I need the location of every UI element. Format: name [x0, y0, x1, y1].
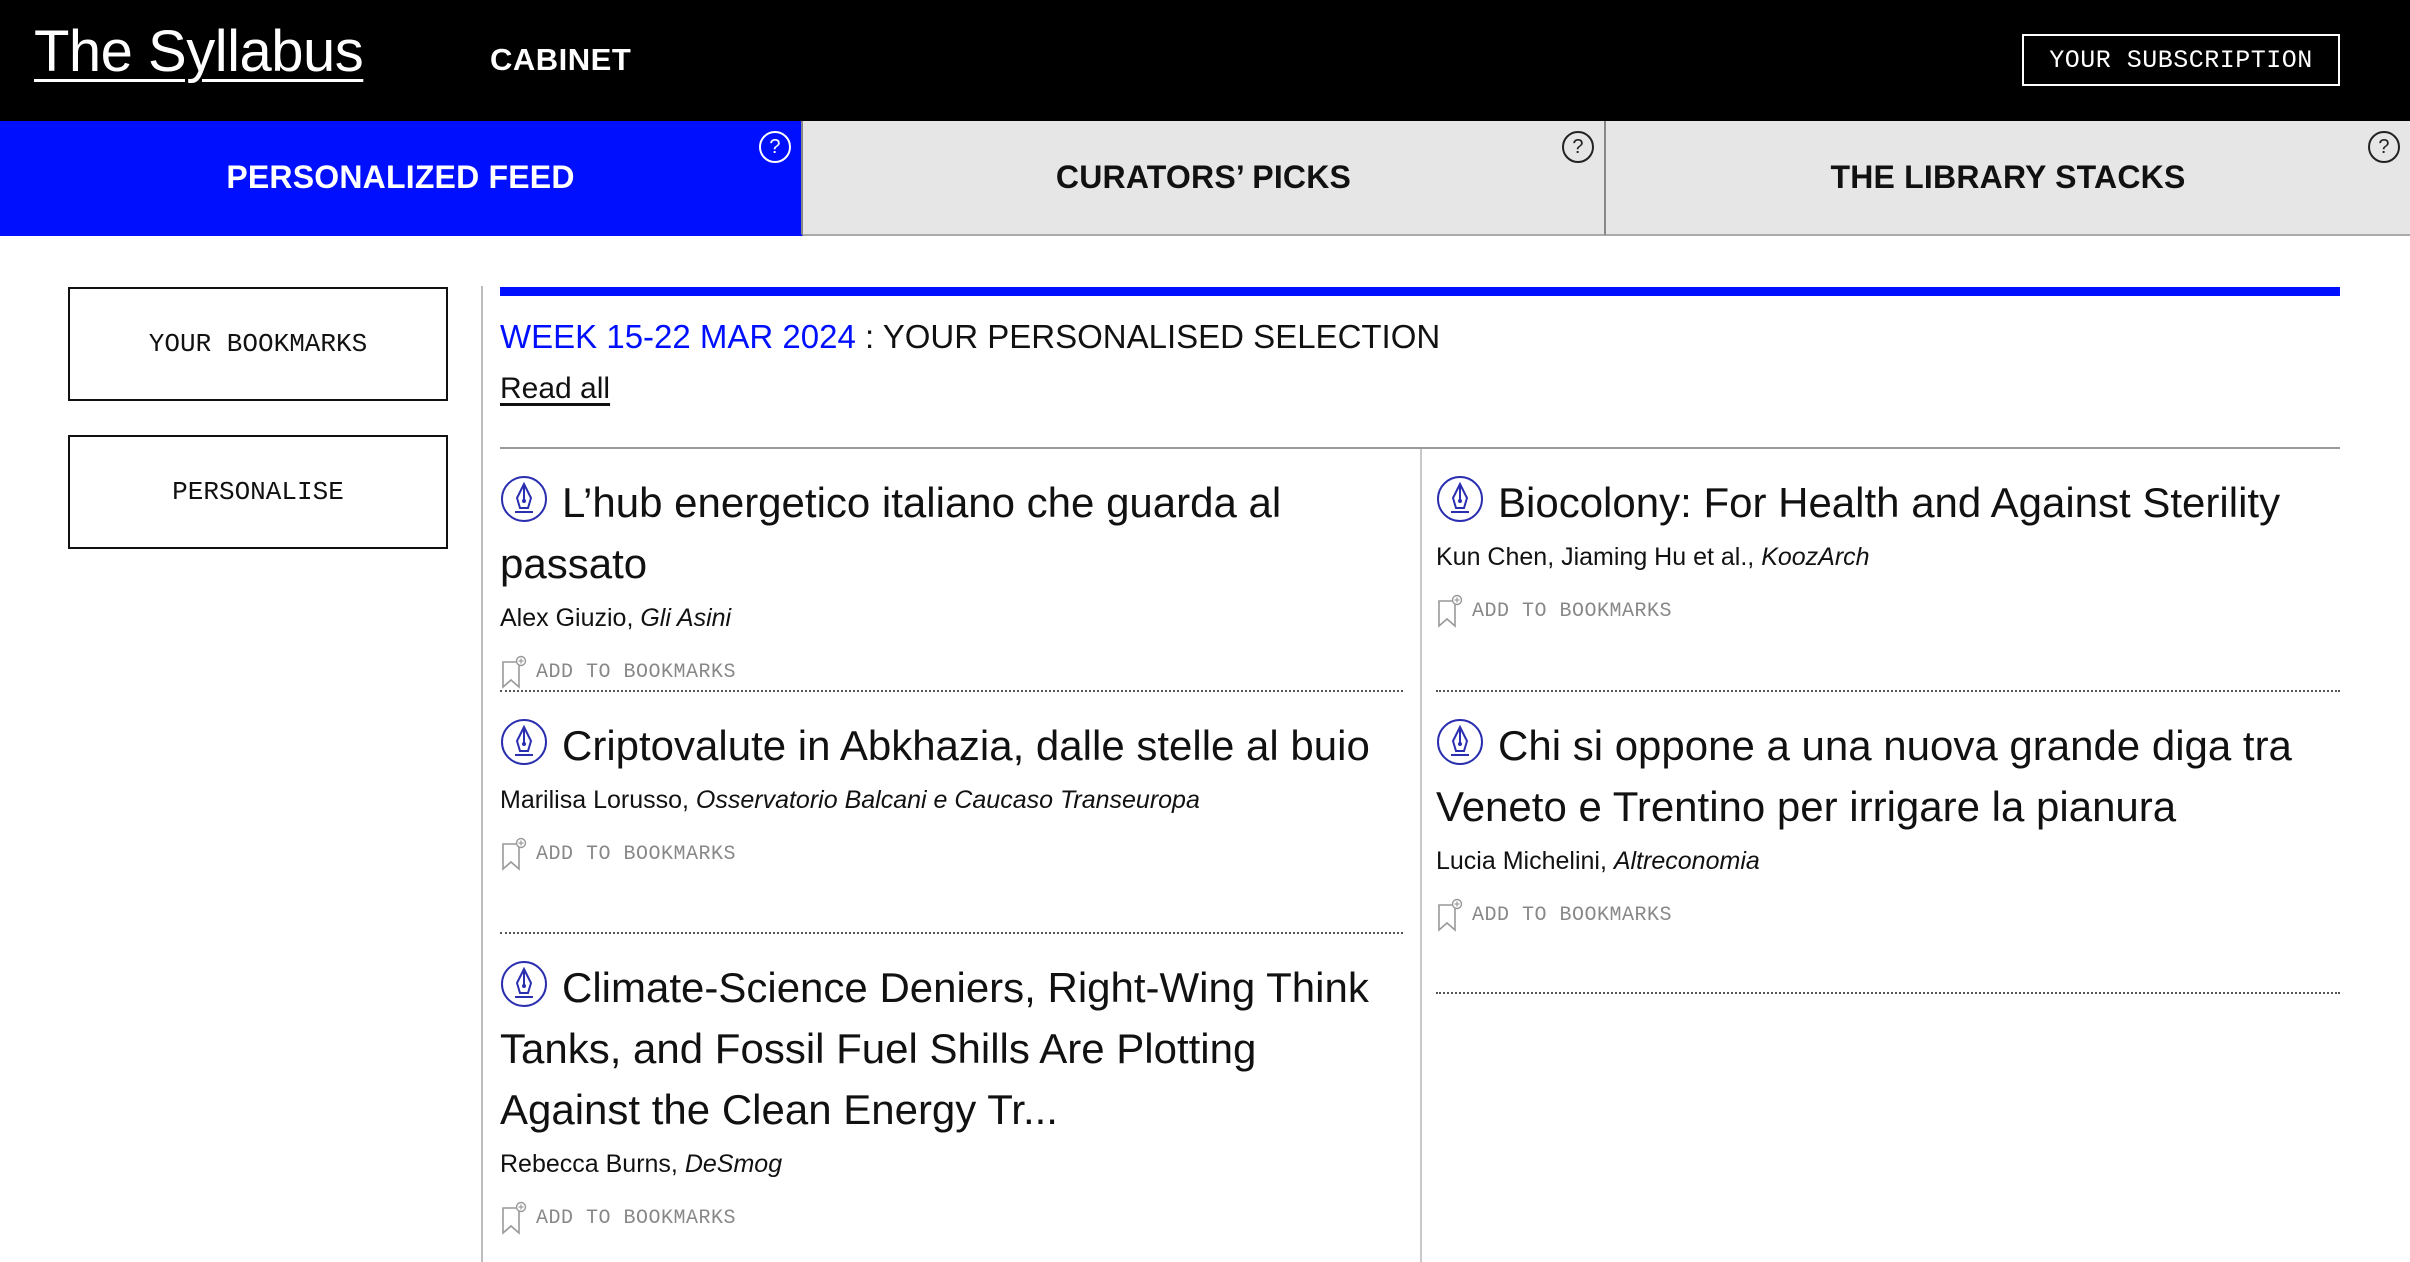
add-to-bookmarks-label: ADD TO BOOKMARKS	[536, 1206, 737, 1230]
personalise-button[interactable]: PERSONALISE	[68, 435, 448, 549]
heading-text: : YOUR PERSONALISED SELECTION	[855, 318, 1441, 355]
article-meta: Lucia Michelini, Altreconomia	[1436, 847, 2340, 876]
article-meta: Alex Giuzio, Gli Asini	[500, 604, 1405, 633]
bookmark-add-icon	[502, 837, 527, 871]
article-publication: DeSmog	[684, 1150, 783, 1178]
read-all-link[interactable]: Read all	[500, 372, 610, 406]
fountain-pen-icon	[501, 961, 547, 1007]
article-title[interactable]: Biocolony: For Health and Against Steril…	[1436, 472, 2340, 533]
top-bar: The Syllabus CABINET YOUR SUBSCRIPTION	[0, 0, 2410, 121]
accent-rule	[500, 287, 2340, 296]
sidebar-divider	[481, 286, 483, 1262]
article-title-text: Chi si oppone a una nuova grande diga tr…	[1436, 722, 2292, 830]
article-author: Lucia Michelini,	[1436, 847, 1607, 875]
article-author: Marilisa Lorusso,	[500, 786, 689, 814]
article-meta: Kun Chen, Jiaming Hu et al., KoozArch	[1436, 543, 2340, 572]
tab-label: PERSONALIZED FEED	[226, 159, 575, 195]
article-publication: KoozArch	[1761, 543, 1870, 571]
week-range: WEEK 15-22 MAR 2024	[500, 318, 856, 355]
fountain-pen-icon	[1437, 719, 1483, 765]
tab-label: CURATORS’ PICKS	[1055, 159, 1352, 195]
fountain-pen-icon	[1437, 476, 1483, 522]
main-tabs: PERSONALIZED FEED ? CURATORS’ PICKS ? TH…	[0, 121, 2410, 236]
column-divider	[1420, 449, 1422, 1262]
article-card: L’hub energetico italiano che guarda al …	[500, 472, 1405, 689]
article-author: Alex Giuzio,	[500, 604, 634, 632]
add-to-bookmarks-button[interactable]: ADD TO BOOKMARKS	[1436, 898, 2340, 932]
article-title[interactable]: Criptovalute in Abkhazia, dalle stelle a…	[500, 715, 1405, 776]
article-title[interactable]: Climate-Science Deniers, Right-Wing Thin…	[500, 957, 1405, 1140]
bookmark-add-icon	[502, 655, 527, 689]
article-meta: Marilisa Lorusso, Osservatorio Balcani e…	[500, 786, 1405, 815]
tab-library-stacks[interactable]: THE LIBRARY STACKS ?	[1606, 121, 2410, 236]
fountain-pen-icon	[501, 476, 547, 522]
your-bookmarks-button[interactable]: YOUR BOOKMARKS	[68, 287, 448, 401]
article-publication: Altreconomia	[1613, 847, 1760, 875]
feed-heading: WEEK 15-22 MAR 2024 : YOUR PERSONALISED …	[500, 318, 1440, 356]
add-to-bookmarks-label: ADD TO BOOKMARKS	[536, 660, 737, 684]
nav-cabinet[interactable]: CABINET	[490, 42, 631, 78]
card-divider	[500, 690, 1403, 692]
article-card: Biocolony: For Health and Against Steril…	[1436, 472, 2340, 628]
card-divider	[500, 932, 1403, 934]
add-to-bookmarks-button[interactable]: ADD TO BOOKMARKS	[500, 1201, 1405, 1235]
tab-label: THE LIBRARY STACKS	[1830, 159, 2186, 195]
bookmark-add-icon	[502, 1201, 527, 1235]
article-title-text: Criptovalute in Abkhazia, dalle stelle a…	[562, 722, 1370, 769]
tab-curators-picks[interactable]: CURATORS’ PICKS ?	[803, 121, 1606, 236]
fountain-pen-icon	[501, 719, 547, 765]
bookmark-add-icon	[1438, 898, 1463, 932]
add-to-bookmarks-label: ADD TO BOOKMARKS	[536, 842, 737, 866]
article-title-text: Climate-Science Deniers, Right-Wing Thin…	[500, 964, 1369, 1133]
article-title-text: Biocolony: For Health and Against Steril…	[1498, 479, 2281, 526]
site-logo[interactable]: The Syllabus	[34, 18, 364, 85]
article-title[interactable]: Chi si oppone a una nuova grande diga tr…	[1436, 715, 2340, 837]
help-icon[interactable]: ?	[759, 131, 791, 163]
help-icon[interactable]: ?	[2368, 131, 2400, 163]
article-author: Rebecca Burns,	[500, 1150, 678, 1178]
article-title-text: L’hub energetico italiano che guarda al …	[500, 479, 1282, 587]
bookmark-add-icon	[1438, 594, 1463, 628]
card-divider	[1436, 992, 2340, 994]
add-to-bookmarks-button[interactable]: ADD TO BOOKMARKS	[1436, 594, 2340, 628]
add-to-bookmarks-label: ADD TO BOOKMARKS	[1472, 903, 1673, 927]
card-divider	[1436, 690, 2340, 692]
article-title[interactable]: L’hub energetico italiano che guarda al …	[500, 472, 1405, 594]
article-card: Criptovalute in Abkhazia, dalle stelle a…	[500, 715, 1405, 871]
add-to-bookmarks-button[interactable]: ADD TO BOOKMARKS	[500, 655, 1405, 689]
add-to-bookmarks-label: ADD TO BOOKMARKS	[1472, 599, 1673, 623]
subscription-button[interactable]: YOUR SUBSCRIPTION	[2022, 34, 2340, 86]
article-publication: Osservatorio Balcani e Caucaso Transeuro…	[695, 786, 1200, 814]
article-card: Climate-Science Deniers, Right-Wing Thin…	[500, 957, 1405, 1235]
tab-personalized-feed[interactable]: PERSONALIZED FEED ?	[0, 121, 803, 236]
article-author: Kun Chen, Jiaming Hu et al.,	[1436, 543, 1755, 571]
article-card: Chi si oppone a una nuova grande diga tr…	[1436, 715, 2340, 932]
article-publication: Gli Asini	[640, 604, 732, 632]
help-icon[interactable]: ?	[1562, 131, 1594, 163]
article-meta: Rebecca Burns, DeSmog	[500, 1150, 1405, 1179]
add-to-bookmarks-button[interactable]: ADD TO BOOKMARKS	[500, 837, 1405, 871]
